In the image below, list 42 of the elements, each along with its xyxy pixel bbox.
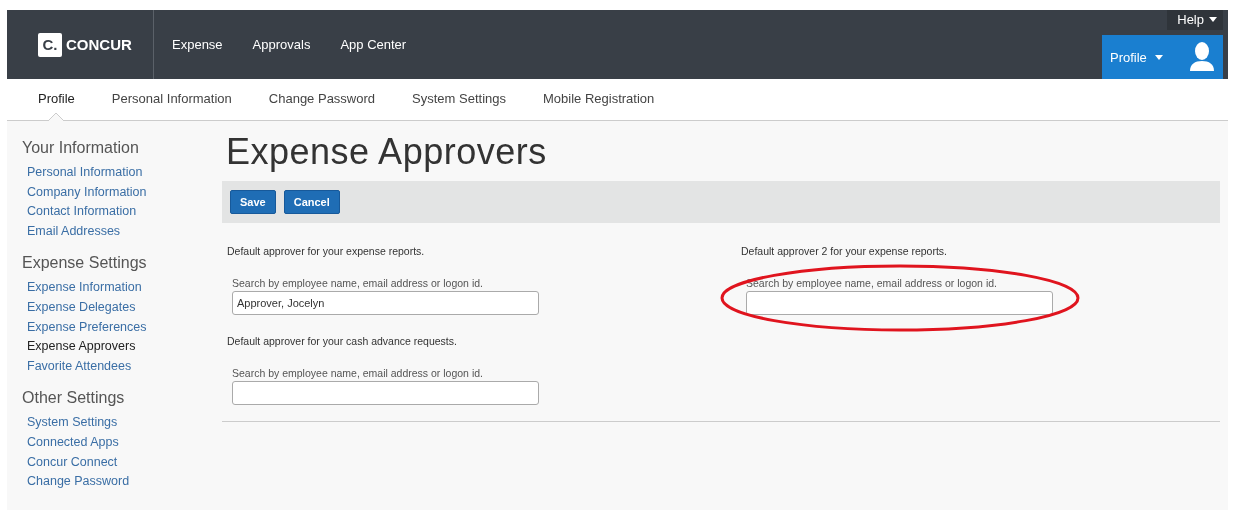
profile-button[interactable]: Profile [1102, 35, 1223, 79]
sidebar-link[interactable]: Expense Approvers [27, 337, 222, 357]
sidebar-link[interactable]: Company Information [27, 182, 222, 203]
search-field[interactable] [232, 381, 539, 405]
sidebar-link[interactable]: Concur Connect [27, 452, 222, 473]
logo-mark: C. [38, 32, 62, 57]
field-label: Default approver for your expense reports. [227, 245, 426, 257]
field-hint: Search by employee name, email address or logon id. [232, 277, 484, 289]
sidebar-link[interactable]: Contact Information [27, 202, 222, 222]
nav-link[interactable]: Approvals [252, 37, 311, 52]
sidebar-link[interactable]: System Settings [27, 413, 222, 433]
subnav-tab[interactable]: Change Password [268, 79, 376, 120]
sidebar-link[interactable]: Expense Preferences [27, 317, 222, 338]
sidebar-link[interactable]: Expense Delegates [27, 297, 222, 318]
help-menu[interactable]: Help [1167, 10, 1223, 30]
caret-icon [1154, 54, 1163, 60]
sidebar-heading: Your Information [22, 139, 140, 157]
sidebar-link[interactable]: Personal Information [27, 163, 222, 183]
sidebar-link[interactable]: Favorite Attendees [27, 356, 222, 377]
subnav-tab[interactable]: System Settings [412, 79, 506, 120]
sidebar-heading: Expense Settings [22, 254, 148, 273]
sidebar-link[interactable]: Change Password [27, 472, 222, 492]
caret-icon [1209, 17, 1217, 22]
subnav-tab[interactable]: Profile [38, 79, 75, 120]
save-button[interactable]: Save [230, 190, 276, 214]
subnav-tab[interactable]: Personal Information [111, 79, 232, 120]
page-title: Expense Approvers [226, 131, 548, 173]
sidebar-heading: Other Settings [22, 389, 126, 408]
nav-link[interactable]: App Center [340, 37, 407, 52]
field-label: Default approver 2 for your expense reports. [741, 245, 949, 257]
field-hint: Search by employee name, email address or logon id. [232, 367, 484, 379]
search-field[interactable]: Approver, Jocelyn [232, 291, 539, 315]
cancel-button[interactable]: Cancel [283, 190, 340, 214]
search-field[interactable] [746, 291, 1053, 315]
sidebar-link[interactable]: Expense Information [27, 278, 222, 298]
sidebar-link[interactable]: Email Addresses [27, 221, 222, 242]
subnav-tab[interactable]: Mobile Registration [543, 79, 655, 120]
nav-link[interactable]: Expense [172, 37, 223, 52]
logo-text: CONCUR [66, 36, 132, 53]
sidebar-link[interactable]: Connected Apps [27, 432, 222, 453]
field-label: Default approver for your cash advance requests. [227, 335, 458, 347]
user-icon [1189, 41, 1215, 73]
